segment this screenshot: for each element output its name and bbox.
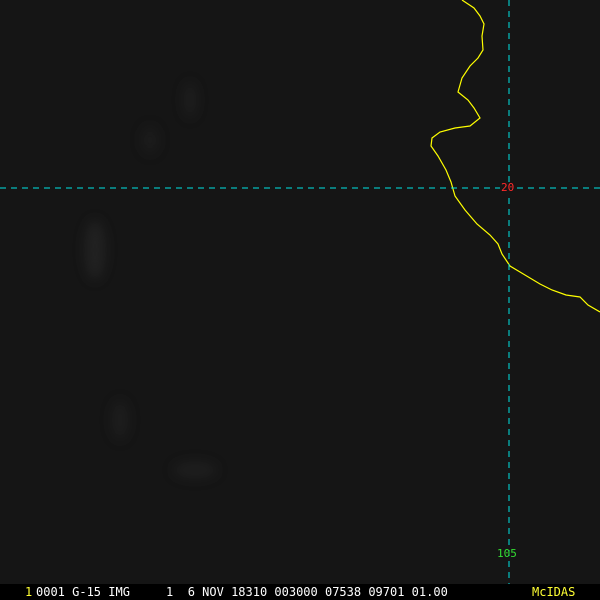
imagery-background (0, 0, 600, 600)
satellite-image-frame: 20 105 1 0001 G-15 IMG 1 6 NOV 18310 003… (0, 0, 600, 600)
frame-number: 1 (25, 585, 33, 599)
longitude-label: 105 (497, 547, 517, 560)
status-bar: 1 0001 G-15 IMG 1 6 NOV 18310 003000 075… (0, 584, 600, 600)
image-metadata-text: 0001 G-15 IMG 1 6 NOV 18310 003000 07538… (36, 585, 448, 599)
mcidas-brand-label: McIDAS (532, 584, 576, 600)
latitude-label: 20 (500, 181, 516, 194)
satellite-imagery (0, 0, 600, 600)
